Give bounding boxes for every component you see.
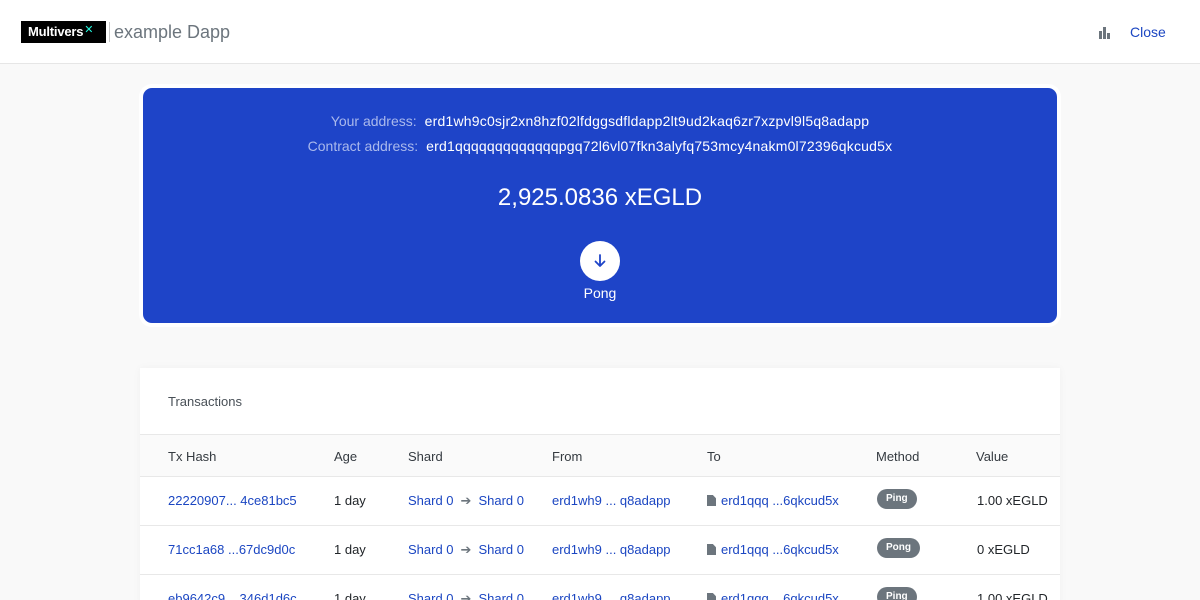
column-header-from: From	[552, 449, 583, 464]
top-navbar: Multivers✕ example Dapp Close	[0, 0, 1200, 64]
tx-value: 1.00 xEGLD	[977, 591, 1048, 600]
pong-label: Pong	[583, 285, 617, 301]
logo-divider	[109, 22, 110, 42]
arrow-down-icon	[594, 254, 606, 267]
tx-to-link[interactable]: erd1qqq ...6qkcud5x	[721, 542, 839, 557]
tx-shard: Shard 0 ➔ Shard 0	[408, 493, 524, 509]
contract-address-value: erd1qqqqqqqqqqqqqpgq72l6vl07fkn3alyfq753…	[426, 138, 893, 154]
tx-from-link[interactable]: erd1wh9 ... q8adapp	[552, 591, 671, 600]
close-button[interactable]: Close	[1130, 22, 1166, 42]
transactions-card: Transactions Tx Hash Age Shard From To M…	[140, 368, 1060, 600]
tx-shard: Shard 0 ➔ Shard 0	[408, 542, 524, 558]
balance: 2,925.0836 xEGLD	[497, 184, 703, 211]
arrow-right-icon: ➔	[460, 493, 472, 508]
method-badge: Ping	[877, 489, 917, 509]
pong-button[interactable]	[580, 241, 620, 281]
tx-value: 0 xEGLD	[977, 542, 1030, 557]
column-header-shard: Shard	[408, 449, 443, 464]
account-card: Your address: erd1wh9c0sjr2xn8hzf02lfdggs…	[143, 88, 1057, 323]
shard-to-link[interactable]: Shard 0	[478, 542, 524, 557]
shard-to-link[interactable]: Shard 0	[478, 493, 524, 508]
tx-age: 1 day	[334, 591, 366, 600]
tx-hash-link[interactable]: 22220907... 4ce81bc5	[168, 493, 297, 509]
tx-to-link[interactable]: erd1qqq ...6qkcud5x	[721, 493, 839, 508]
transactions-title: Transactions	[168, 394, 242, 409]
column-header-to: To	[707, 449, 721, 464]
your-address-value: erd1wh9c0sjr2xn8hzf02lfdggsdfldapp2lt9ud…	[424, 113, 870, 129]
table-row: 22220907... 4ce81bc5 1 day Shard 0 ➔ Shard…	[140, 477, 1060, 526]
contract-file-icon	[707, 593, 716, 600]
tx-age: 1 day	[334, 493, 366, 508]
contract-file-icon	[707, 495, 716, 506]
shard-from-link[interactable]: Shard 0	[408, 542, 454, 557]
shard-from-link[interactable]: Shard 0	[408, 591, 454, 600]
column-header-value: Value	[976, 449, 1009, 464]
logo-text: Multivers	[28, 24, 84, 39]
shard-from-link[interactable]: Shard 0	[408, 493, 454, 508]
tx-hash-link[interactable]: 71cc1a68 ...67dc9d0c	[168, 542, 295, 558]
method-badge: Ping	[877, 587, 917, 600]
tx-hash-link[interactable]: eb9642c9... 346d1d6c	[168, 591, 297, 600]
your-address-label: Your address:	[330, 113, 417, 129]
tx-from-link[interactable]: erd1wh9 ... q8adapp	[552, 493, 671, 509]
column-header-method: Method	[876, 449, 920, 464]
multiversx-logo[interactable]: Multivers✕	[21, 21, 106, 43]
contract-address-label: Contract address:	[307, 138, 419, 154]
logo-x-mark: ✕	[84, 24, 94, 36]
table-header: Tx Hash Age Shard From To Method Value	[140, 434, 1060, 477]
tx-to: erd1qqq ...6qkcud5x	[707, 591, 839, 600]
tx-to: erd1qqq ...6qkcud5x	[707, 493, 839, 509]
contract-address-row: Contract address: erd1qqqqqqqqqqqqqpgq72l…	[143, 137, 1057, 155]
contract-file-icon	[707, 544, 716, 555]
tx-age: 1 day	[334, 542, 366, 557]
tx-from-link[interactable]: erd1wh9 ... q8adapp	[552, 542, 671, 558]
tx-value: 1.00 xEGLD	[977, 493, 1048, 508]
tx-to-link[interactable]: erd1qqq ...6qkcud5x	[721, 591, 839, 600]
column-header-age: Age	[334, 449, 358, 464]
tx-shard: Shard 0 ➔ Shard 0	[408, 591, 524, 600]
arrow-right-icon: ➔	[460, 542, 472, 557]
method-badge: Pong	[877, 538, 920, 558]
arrow-right-icon: ➔	[460, 591, 472, 600]
your-address-row: Your address: erd1wh9c0sjr2xn8hzf02lfdggs…	[143, 112, 1057, 130]
tx-to: erd1qqq ...6qkcud5x	[707, 542, 839, 558]
column-header-tx-hash: Tx Hash	[168, 449, 217, 464]
table-row: 71cc1a68 ...67dc9d0c 1 day Shard 0 ➔ Shard…	[140, 526, 1060, 575]
table-row: eb9642c9... 346d1d6c 1 day Shard 0 ➔ Shard…	[140, 575, 1060, 600]
shard-to-link[interactable]: Shard 0	[478, 591, 524, 600]
bar-chart-icon[interactable]	[1098, 25, 1112, 39]
app-name: example Dapp	[114, 22, 231, 42]
